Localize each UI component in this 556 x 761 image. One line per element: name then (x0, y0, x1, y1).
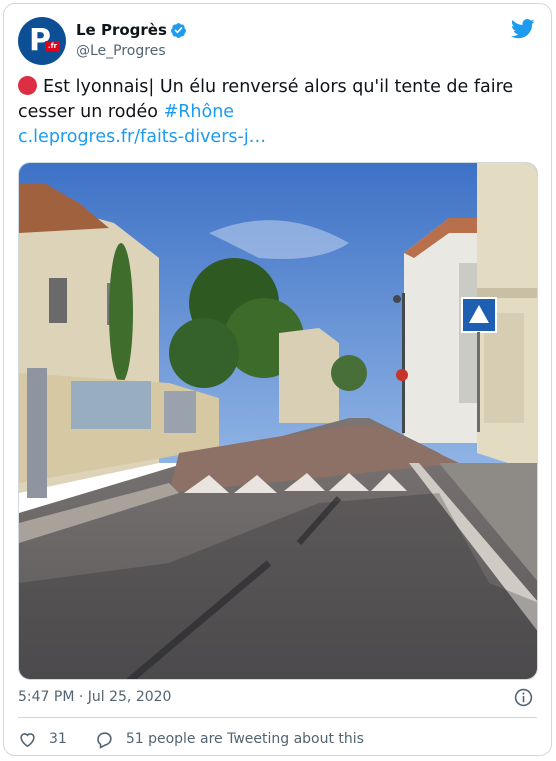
info-icon[interactable] (514, 688, 533, 707)
tweet-body: Est lyonnais| Un élu renversé alors qu'i… (18, 77, 514, 122)
tweet-timestamp[interactable]: 5:47 PM · Jul 25, 2020 (18, 688, 171, 707)
like-button[interactable]: 31 (18, 730, 67, 749)
twitter-bird-icon[interactable] (511, 19, 535, 39)
divider (18, 717, 537, 718)
verified-badge-icon (170, 23, 186, 38)
handle[interactable]: @Le_Progres (76, 42, 187, 61)
tweet-photo[interactable] (18, 162, 538, 680)
display-name[interactable]: Le Progrès (76, 21, 167, 40)
tweet-text: Est lyonnais| Un élu renversé alors qu'i… (18, 75, 538, 150)
heart-icon (20, 732, 35, 747)
tweet-header: P .fr Le Progrès @Le_Progres (18, 17, 537, 65)
tweet-actions: 31 51 people are Tweeting about this (18, 728, 364, 750)
like-count: 31 (49, 731, 67, 747)
street-photo-image (19, 163, 537, 679)
avatar-badge: .fr (45, 41, 60, 51)
reply-bubble-icon (97, 731, 112, 749)
conversation-label: 51 people are Tweeting about this (125, 731, 364, 747)
red-circle-icon (18, 76, 37, 95)
article-link[interactable]: c.leprogres.fr/faits-divers-j… (18, 127, 266, 147)
avatar[interactable]: P .fr (18, 17, 66, 65)
tweet-card[interactable]: P .fr Le Progrès @Le_Progres Est lyonnai… (3, 3, 552, 756)
display-name-row[interactable]: Le Progrès (76, 21, 187, 40)
author-names[interactable]: Le Progrès @Le_Progres (76, 21, 187, 61)
hashtag-link[interactable]: #Rhône (164, 102, 234, 122)
conversation-button[interactable]: 51 people are Tweeting about this (95, 730, 364, 749)
